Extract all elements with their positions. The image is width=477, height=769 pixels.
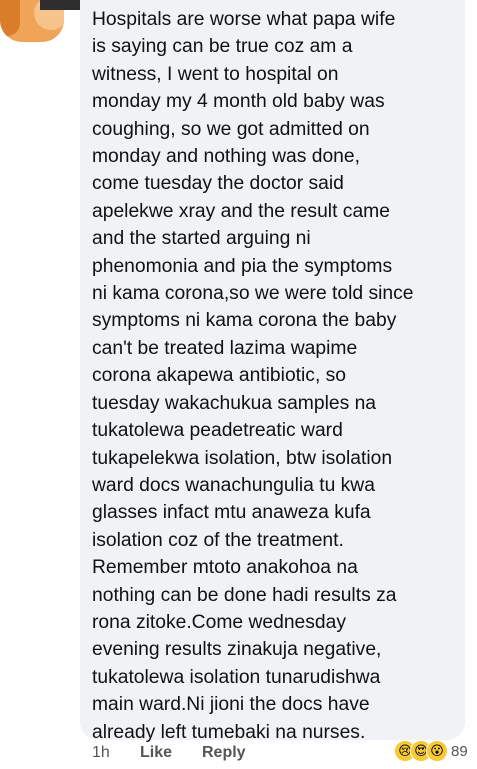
reaction-count: 89 xyxy=(451,742,468,760)
avatar-shape xyxy=(0,0,20,36)
comment-bubble: Hospitals are worse what papa wife is sa… xyxy=(80,0,465,743)
reply-button[interactable]: Reply xyxy=(202,744,246,762)
comment-timestamp[interactable]: 1h xyxy=(92,744,110,762)
comment-text: Hospitals are worse what papa wife is sa… xyxy=(92,9,414,743)
like-button[interactable]: Like xyxy=(140,744,172,762)
wow-face-icon: 😮 xyxy=(426,740,448,762)
reactions-summary[interactable]: 😢 😍 😮 89 xyxy=(394,740,468,762)
